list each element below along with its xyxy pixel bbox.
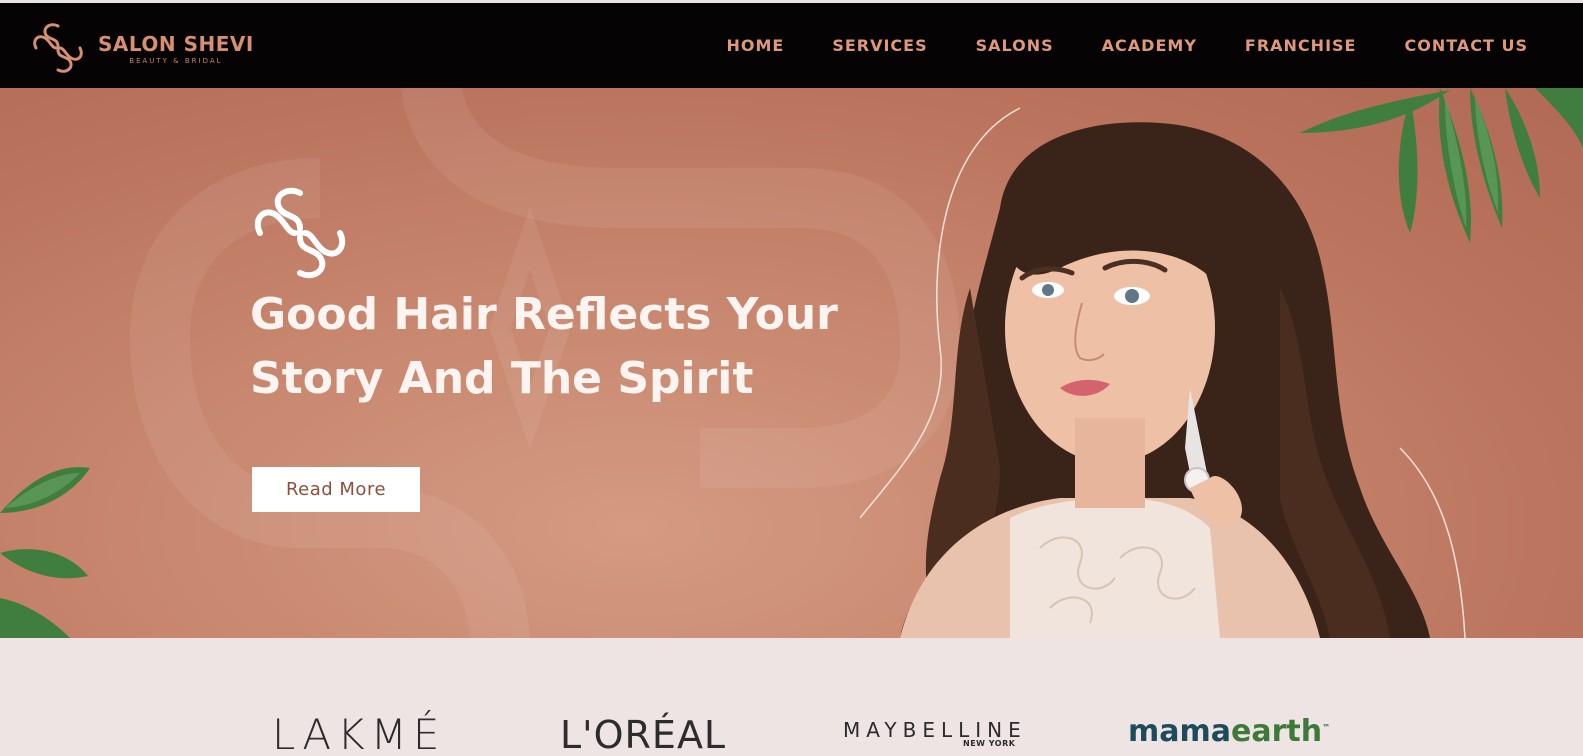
hero-heading-line-1: Good Hair Reflects Your [250,289,838,340]
hero-heading-line-2: Story And The Spirit [250,353,754,404]
lakme-logo[interactable]: LAKMÉ [272,710,445,756]
hero-banner: Good Hair Reflects Your Story And The Sp… [0,88,1583,638]
nav-salons[interactable]: SALONS [976,36,1054,55]
main-menu: HOME SERVICES SALONS ACADEMY FRANCHISE C… [726,3,1528,88]
nav-contact-us[interactable]: CONTACT US [1404,36,1528,55]
hero-model-image [860,107,1466,638]
mamaearth-trademark: ™ [1322,723,1331,732]
navbar: SALON SHEVI BEAUTY & BRIDAL HOME SERVICE… [0,3,1583,88]
brand-tagline: BEAUTY & BRIDAL [129,56,223,65]
nav-franchise[interactable]: FRANCHISE [1245,36,1357,55]
mamaearth-logo-mama: mama [1128,714,1232,749]
loreal-logo[interactable]: L'ORÉAL [560,713,726,756]
hero-swirl-logo-icon [254,187,346,279]
leaf-decoration-bottom-left [0,467,90,638]
nav-home[interactable]: HOME [726,36,784,55]
read-more-button[interactable]: Read More [252,467,420,512]
salon-shevi-logo-icon [33,23,83,73]
nav-academy[interactable]: ACADEMY [1102,36,1197,55]
mamaearth-logo-earth: earth [1231,714,1323,749]
partner-brands-strip: LAKMÉ L'ORÉAL MAYBELLINE NEW YORK mamaea… [0,638,1583,756]
maybelline-subtext: NEW YORK [963,739,1016,748]
nav-services[interactable]: SERVICES [832,36,927,55]
brand-logo[interactable]: SALON SHEVI BEAUTY & BRIDAL [28,18,268,78]
mamaearth-logo[interactable]: mamaearth™ [1128,714,1330,749]
brand-name: SALON SHEVI [98,31,254,56]
hero-heading: Good Hair Reflects Your Story And The Sp… [250,283,850,411]
